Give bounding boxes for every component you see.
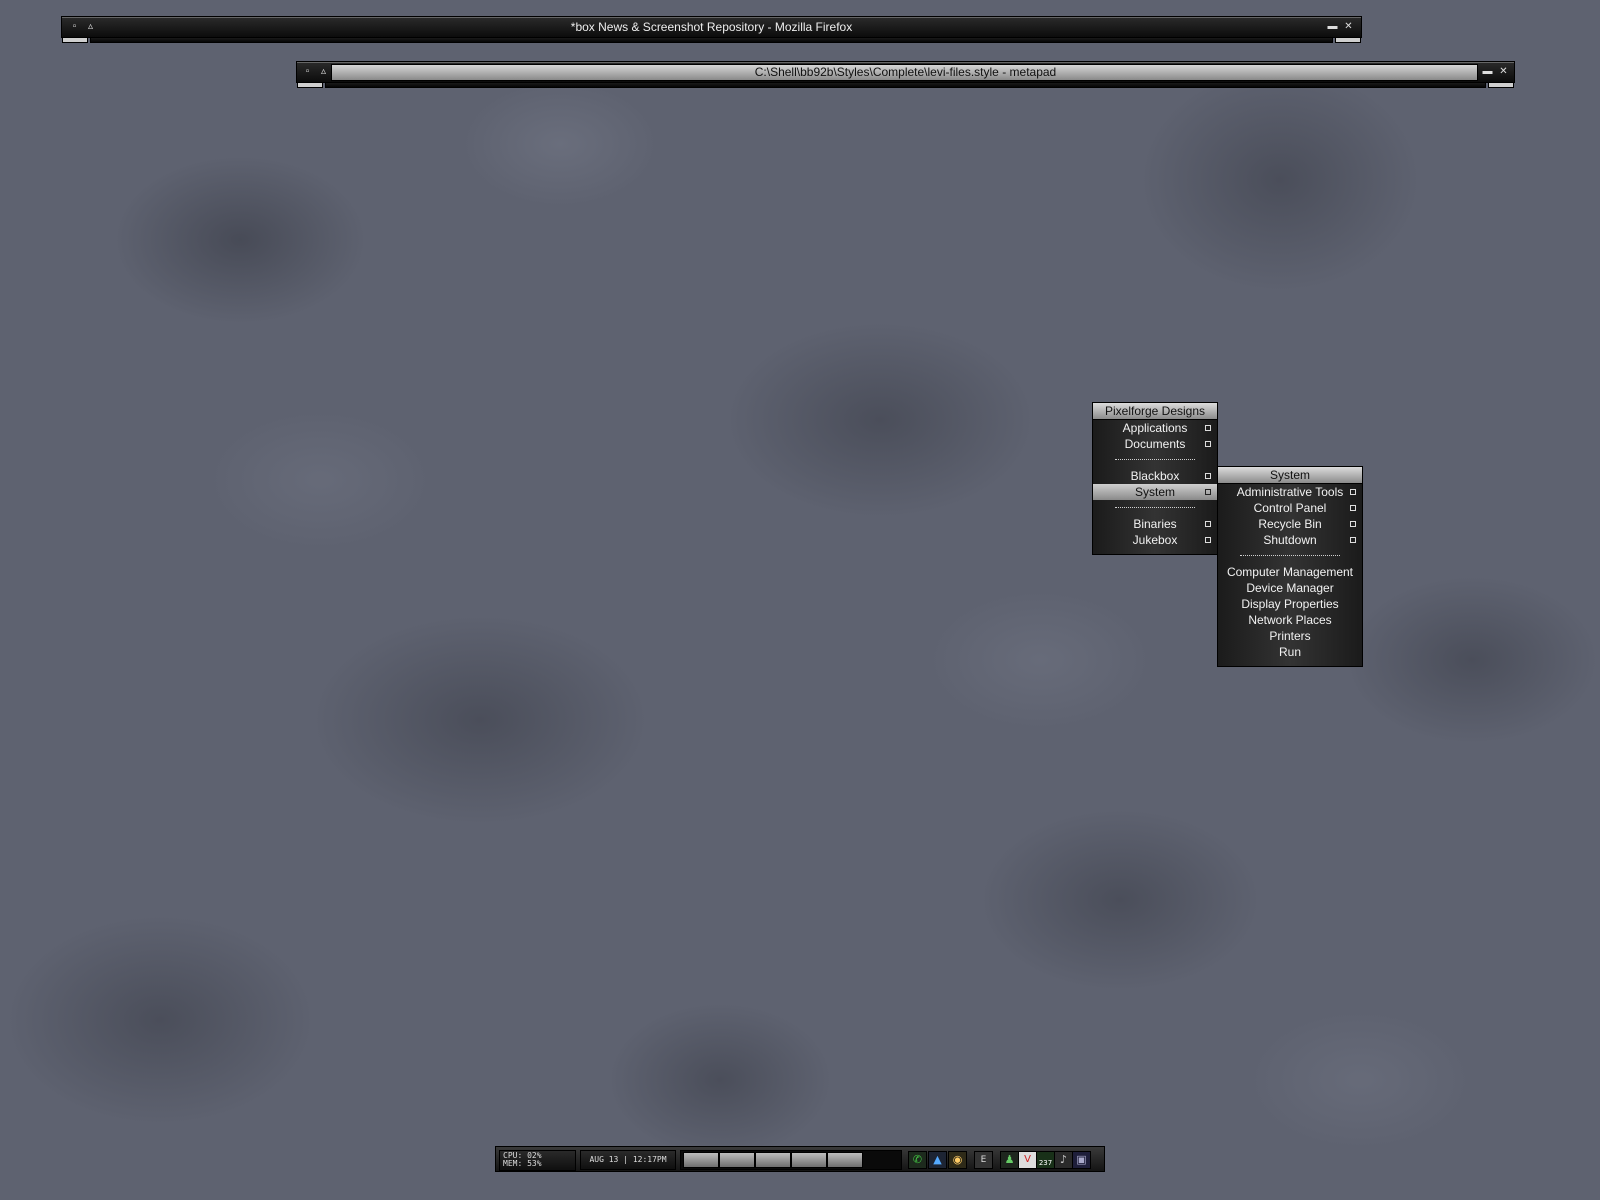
submenu-arrow-icon [1205, 425, 1211, 431]
menu-separator [1093, 500, 1217, 516]
window-title: C:\Shell\bb92b\Styles\Complete\levi-file… [754, 65, 1057, 79]
submenu-arrow-icon [1205, 441, 1211, 447]
menu-item-binaries[interactable]: Binaries [1093, 516, 1217, 532]
tray-badge: 237 [1038, 1159, 1053, 1167]
workspace-2[interactable] [719, 1152, 755, 1168]
menu-item-system[interactable]: System [1093, 484, 1217, 500]
workspace-pager [680, 1150, 902, 1170]
resize-grip-left[interactable] [297, 82, 323, 88]
root-menu-title: Pixelforge Designs [1093, 403, 1217, 420]
menu-item-label: Printers [1269, 629, 1311, 643]
window-icon[interactable]: ▣ [1072, 1151, 1091, 1169]
menu-item-shutdown[interactable]: Shutdown [1218, 532, 1362, 548]
system-monitor: CPU: 02% MEM: 53% [499, 1150, 576, 1171]
resize-grip-left[interactable] [62, 37, 88, 43]
close-icon[interactable]: ✕ [1497, 65, 1510, 78]
menu-item-run[interactable]: Run [1218, 644, 1362, 660]
workspace-4[interactable] [791, 1152, 827, 1168]
menu-item-device-manager[interactable]: Device Manager [1218, 580, 1362, 596]
network-icon[interactable]: ♟ [1000, 1151, 1019, 1169]
menu-item-label: Jukebox [1132, 533, 1178, 547]
menu-item-recycle-bin[interactable]: Recycle Bin [1218, 516, 1362, 532]
window-title: *box News & Screenshot Repository - Mozi… [570, 20, 853, 34]
submenu-arrow-icon [1350, 537, 1356, 543]
chart-icon[interactable]: ▲ [928, 1151, 947, 1169]
firefox-window-titlebar[interactable]: ▫ ▵ *box News & Screenshot Repository - … [61, 16, 1362, 43]
monitor-icon[interactable]: 237 [1036, 1151, 1055, 1169]
menu-item-network-places[interactable]: Network Places [1218, 612, 1362, 628]
window-handle[interactable] [325, 82, 1486, 88]
minimize-icon[interactable]: ▬ [1326, 20, 1339, 33]
menu-item-label: Display Properties [1241, 597, 1339, 611]
menu-item-control-panel[interactable]: Control Panel [1218, 500, 1362, 516]
menu-item-label: Blackbox [1130, 469, 1180, 483]
close-icon[interactable]: ✕ [1342, 20, 1355, 33]
menu-item-label: Administrative Tools [1236, 485, 1344, 499]
menu-item-printers[interactable]: Printers [1218, 628, 1362, 644]
menu-item-blackbox[interactable]: Blackbox [1093, 468, 1217, 484]
system-submenu: System Administrative Tools Control Pane… [1217, 466, 1363, 667]
submenu-arrow-icon [1350, 489, 1356, 495]
mem-value: 53% [527, 1159, 542, 1168]
menu-item-display-properties[interactable]: Display Properties [1218, 596, 1362, 612]
window-handle[interactable] [90, 37, 1333, 43]
clock-text: AUG 13 | 12:17PM [589, 1155, 667, 1164]
resize-grip-right[interactable] [1488, 82, 1514, 88]
submenu-arrow-icon [1350, 521, 1356, 527]
submenu-arrow-icon [1205, 521, 1211, 527]
system-submenu-title: System [1218, 467, 1362, 484]
menu-item-label: Shutdown [1263, 533, 1317, 547]
submenu-arrow-icon [1205, 473, 1211, 479]
menu-item-label: Run [1278, 645, 1301, 659]
phone-icon[interactable]: ✆ [908, 1151, 927, 1169]
speaker-icon[interactable]: ♪ [1054, 1151, 1073, 1169]
mem-label: MEM: [503, 1159, 523, 1168]
toolbar: CPU: 02% MEM: 53% AUG 13 | 12:17PM ✆ ▲ ◉… [495, 1146, 1105, 1172]
menu-item-label: Recycle Bin [1258, 517, 1322, 531]
menu-item-computer-management[interactable]: Computer Management [1218, 564, 1362, 580]
clock[interactable]: AUG 13 | 12:17PM [580, 1150, 676, 1170]
palette-icon[interactable]: ◉ [948, 1151, 967, 1169]
menu-item-jukebox[interactable]: Jukebox [1093, 532, 1217, 548]
shield-icon[interactable]: V [1018, 1151, 1037, 1169]
resize-grip-right[interactable] [1335, 37, 1361, 43]
submenu-arrow-icon [1205, 489, 1211, 495]
submenu-arrow-icon [1350, 505, 1356, 511]
menu-item-label: Documents [1124, 437, 1186, 451]
root-menu: Pixelforge Designs Applications Document… [1092, 402, 1218, 555]
menu-item-documents[interactable]: Documents [1093, 436, 1217, 452]
minimize-icon[interactable]: ▬ [1481, 65, 1494, 78]
menu-item-label: Device Manager [1246, 581, 1334, 595]
menu-separator [1218, 548, 1362, 564]
menu-item-label: Binaries [1133, 517, 1177, 531]
workspace-5[interactable] [827, 1152, 863, 1168]
menu-item-label: Network Places [1248, 613, 1332, 627]
submenu-arrow-icon [1205, 537, 1211, 543]
menu-item-administrative-tools[interactable]: Administrative Tools [1218, 484, 1362, 500]
menu-item-applications[interactable]: Applications [1093, 420, 1217, 436]
menu-item-label: Computer Management [1226, 565, 1354, 579]
workspace-3[interactable] [755, 1152, 791, 1168]
menu-separator [1093, 452, 1217, 468]
menu-item-label: Applications [1122, 421, 1188, 435]
metapad-window-titlebar[interactable]: ▫ ▵ C:\Shell\bb92b\Styles\Complete\levi-… [296, 61, 1515, 88]
e-icon[interactable]: E [974, 1151, 993, 1169]
menu-item-label: System [1134, 485, 1175, 499]
menu-item-label: Control Panel [1253, 501, 1327, 515]
workspace-1[interactable] [683, 1152, 719, 1168]
